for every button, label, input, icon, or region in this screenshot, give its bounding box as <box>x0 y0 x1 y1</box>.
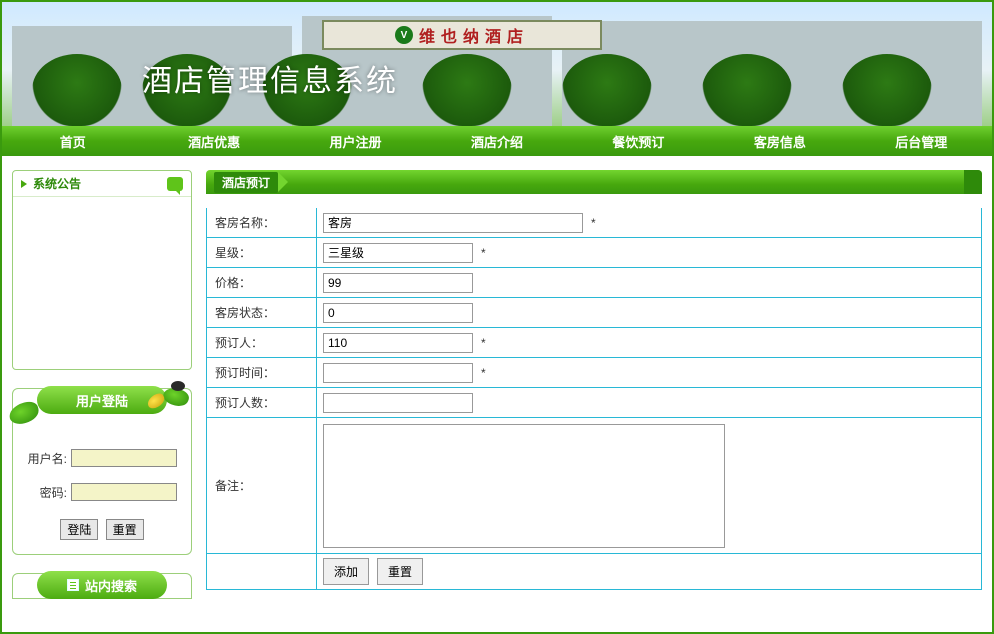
nav-intro[interactable]: 酒店介绍 <box>426 132 567 151</box>
login-button[interactable]: 登陆 <box>60 519 98 540</box>
room-name-input[interactable] <box>323 213 583 233</box>
room-name-label: 客房名称： <box>207 208 317 237</box>
sidebar: 系统公告 用户登陆 用户名: <box>12 170 192 632</box>
search-title-text: 站内搜索 <box>85 576 137 595</box>
star-label: 星级： <box>207 238 317 267</box>
required-mark: * <box>481 366 486 380</box>
add-button[interactable]: 添加 <box>323 558 369 585</box>
speech-bubble-icon <box>167 177 183 191</box>
username-label: 用户名: <box>27 450 67 467</box>
nav-dining[interactable]: 餐饮预订 <box>568 132 709 151</box>
hotel-sign: V 维也纳酒店 <box>322 20 602 50</box>
required-mark: * <box>481 246 486 260</box>
booking-form: 客房名称： * 星级： * 价格： <box>206 208 982 590</box>
announce-title: 系统公告 <box>33 175 81 192</box>
remark-label: 备注： <box>207 418 317 553</box>
hotel-logo-icon: V <box>395 26 413 44</box>
booker-input[interactable] <box>323 333 473 353</box>
price-input[interactable] <box>323 273 473 293</box>
document-icon <box>67 579 79 591</box>
username-input[interactable] <box>71 449 177 467</box>
remark-textarea[interactable] <box>323 424 725 548</box>
main-nav: 首页 酒店优惠 用户注册 酒店介绍 餐饮预订 客房信息 后台管理 <box>2 126 992 156</box>
status-label: 客房状态： <box>207 298 317 327</box>
book-time-input[interactable] <box>323 363 473 383</box>
search-title: 站内搜索 <box>37 571 167 599</box>
book-time-label: 预订时间： <box>207 358 317 387</box>
banner: V 维也纳酒店 酒店管理信息系统 <box>2 2 992 126</box>
system-title: 酒店管理信息系统 <box>142 56 398 100</box>
login-reset-button[interactable]: 重置 <box>106 519 144 540</box>
hotel-sign-text: 维也纳酒店 <box>419 23 529 47</box>
password-input[interactable] <box>71 483 177 501</box>
search-panel: 站内搜索 <box>12 573 192 599</box>
book-count-label: 预订人数： <box>207 388 317 417</box>
star-input[interactable] <box>323 243 473 263</box>
main-content: 酒店预订 客房名称： * 星级： * <box>206 170 982 632</box>
arrow-right-icon <box>21 180 27 188</box>
page-root: V 维也纳酒店 酒店管理信息系统 首页 酒店优惠 用户注册 酒店介绍 餐饮预订 … <box>0 0 994 634</box>
form-reset-button[interactable]: 重置 <box>377 558 423 585</box>
nav-home[interactable]: 首页 <box>2 132 143 151</box>
nav-register[interactable]: 用户注册 <box>285 132 426 151</box>
status-input[interactable] <box>323 303 473 323</box>
main-header: 酒店预订 <box>206 170 982 194</box>
nav-deals[interactable]: 酒店优惠 <box>143 132 284 151</box>
price-label: 价格： <box>207 268 317 297</box>
required-mark: * <box>481 336 486 350</box>
nav-admin[interactable]: 后台管理 <box>851 132 992 151</box>
main-title: 酒店预订 <box>214 172 278 193</box>
butterfly-icon <box>171 381 185 391</box>
required-mark: * <box>591 216 596 230</box>
booker-label: 预订人： <box>207 328 317 357</box>
announce-panel: 系统公告 <box>12 170 192 370</box>
login-panel: 用户登陆 用户名: 密码: 登陆 重置 <box>12 388 192 555</box>
book-count-input[interactable] <box>323 393 473 413</box>
nav-rooms[interactable]: 客房信息 <box>709 132 850 151</box>
password-label: 密码: <box>27 484 67 501</box>
